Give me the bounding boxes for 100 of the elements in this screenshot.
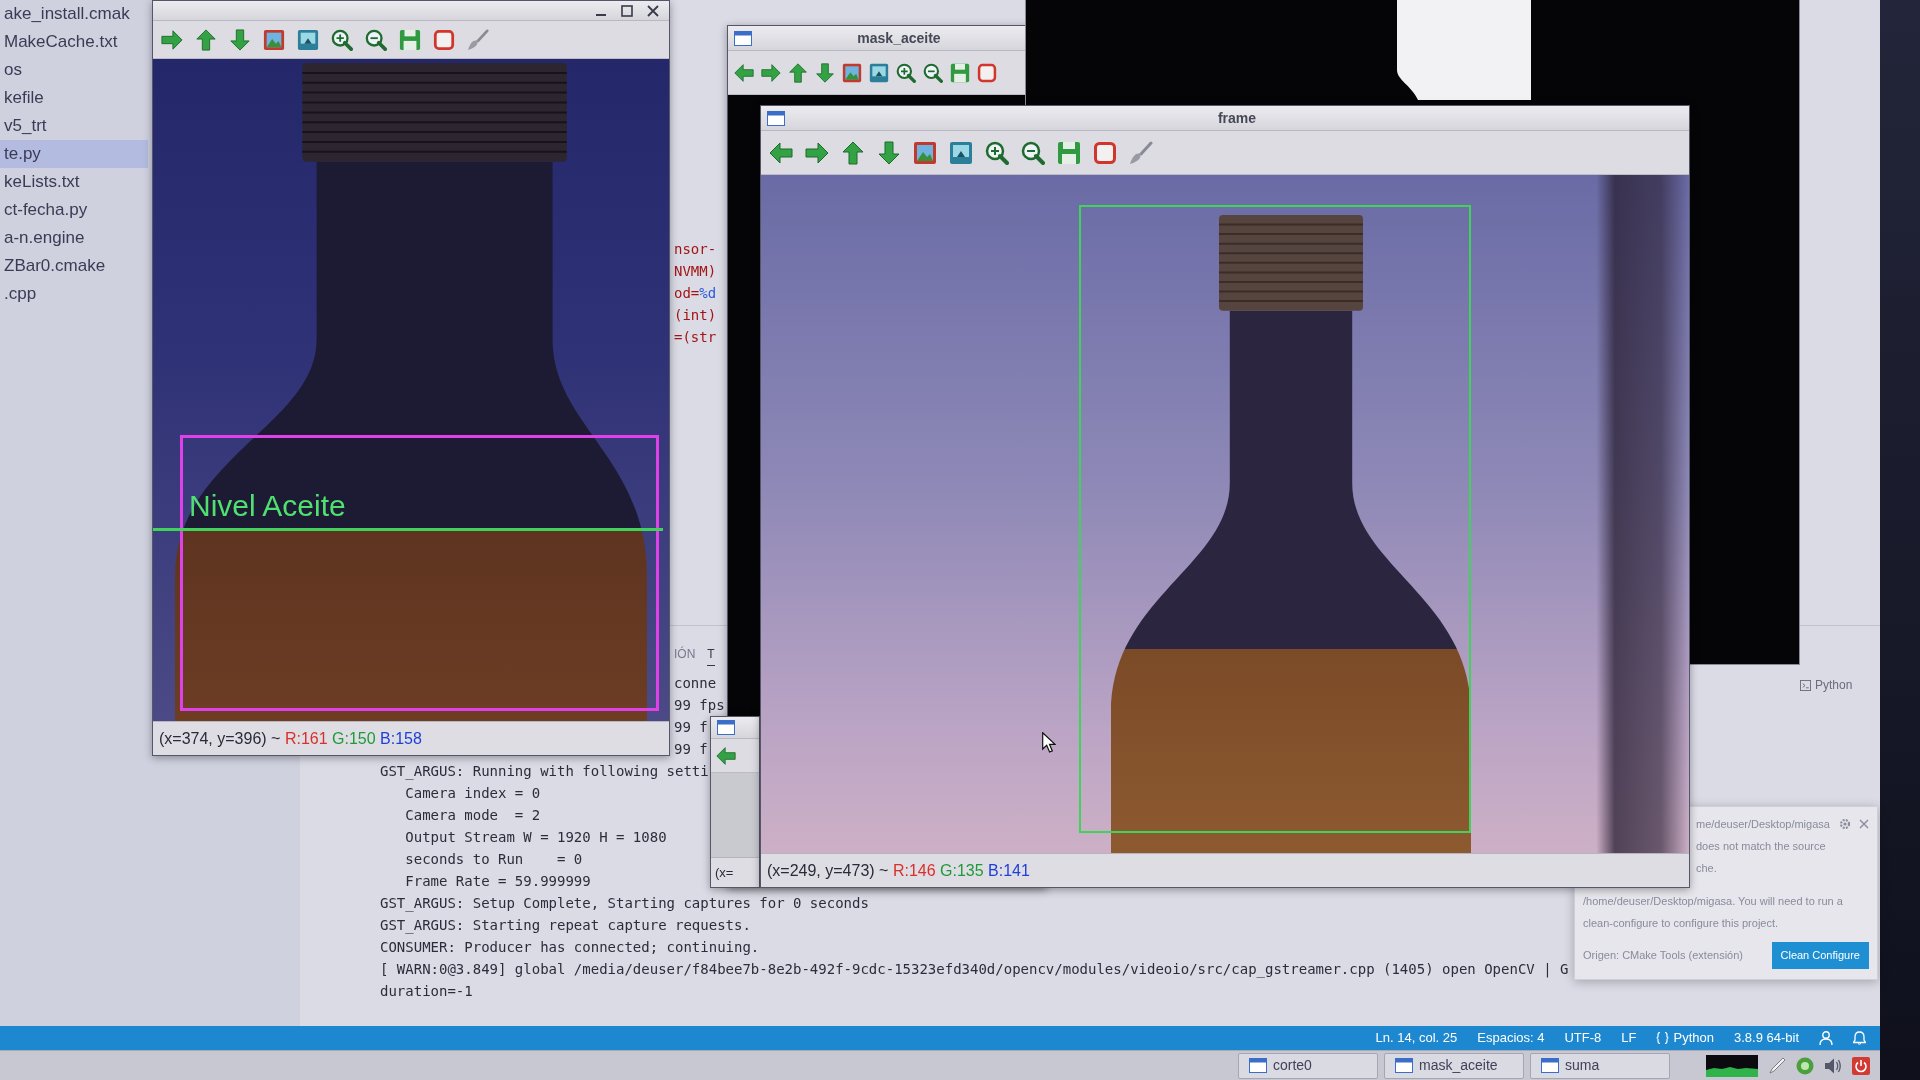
notification-text: che. xyxy=(1695,861,1717,876)
terminal-list-item[interactable]: Python xyxy=(1800,676,1853,694)
status-item[interactable]: Espacios: 4 xyxy=(1477,1028,1545,1048)
close-icon[interactable] xyxy=(647,4,659,17)
square-icon[interactable] xyxy=(433,28,455,51)
terminal-line: GST_ARGUS: Starting repeat capture requests. xyxy=(380,916,751,936)
terminal-line: GST_ARGUS: Running with following setti xyxy=(380,762,709,782)
person-icon[interactable] xyxy=(1819,1031,1833,1045)
arrow-down-icon[interactable] xyxy=(877,140,901,165)
status-item[interactable]: 3.8.9 64-bit xyxy=(1733,1028,1799,1048)
zoom-in-icon[interactable] xyxy=(896,62,916,83)
file-item[interactable]: a-n.engine xyxy=(0,224,148,252)
arrow-down-icon[interactable] xyxy=(229,28,251,51)
status-item[interactable]: UTF-8 xyxy=(1564,1028,1602,1048)
picture-icon[interactable] xyxy=(842,62,862,83)
arrow-right-icon[interactable] xyxy=(761,62,781,83)
code-line: (int) xyxy=(674,306,717,325)
braces-icon xyxy=(1656,1032,1670,1044)
code-line: od=%d xyxy=(674,284,717,303)
code-line: NVMM) xyxy=(674,262,717,281)
bell-icon[interactable] xyxy=(1853,1031,1866,1045)
zoom-in-icon[interactable] xyxy=(985,140,1009,165)
arrow-left-icon[interactable] xyxy=(734,62,754,83)
save-icon[interactable] xyxy=(399,28,421,51)
status-item[interactable]: Ln. 14, col. 25 xyxy=(1375,1028,1458,1048)
zoom-out-icon[interactable] xyxy=(923,62,943,83)
arrow-right-icon[interactable] xyxy=(805,140,829,165)
status-item[interactable]: LF xyxy=(1621,1028,1637,1048)
file-item[interactable]: MakeCache.txt xyxy=(0,28,148,56)
square-icon[interactable] xyxy=(977,62,997,83)
window-icon xyxy=(767,110,785,126)
speaker-icon[interactable] xyxy=(1824,1056,1842,1075)
terminal-line: 99 f xyxy=(674,718,708,737)
window-title: frame xyxy=(1216,108,1258,128)
arrow-up-icon[interactable] xyxy=(841,140,865,165)
terminal-line: 99 fps xyxy=(674,696,725,715)
clean-configure-button[interactable]: Clean Configure xyxy=(1771,942,1869,969)
arrow-left-icon[interactable] xyxy=(769,140,793,165)
file-item[interactable]: kefile xyxy=(0,84,148,112)
arrow-down-icon[interactable] xyxy=(815,62,835,83)
power-icon[interactable] xyxy=(1852,1056,1870,1075)
save-icon[interactable] xyxy=(950,62,970,83)
picture-icon[interactable] xyxy=(263,28,285,51)
notification-text: /home/deuser/Desktop/migasa. You will need to run a xyxy=(1583,894,1843,909)
arrow-up-icon[interactable] xyxy=(788,62,808,83)
terminal-line: duration=-1 xyxy=(380,982,473,1001)
arrow-right-icon[interactable] xyxy=(161,28,183,51)
notification-text: me/deuser/Desktop/migasa xyxy=(1695,817,1830,832)
brush-icon[interactable] xyxy=(467,28,489,51)
file-item[interactable]: ZBar0.cmake xyxy=(0,252,148,280)
window-icon xyxy=(734,30,752,46)
notification-source: Origen: CMake Tools (extensión) xyxy=(1583,948,1743,963)
terminal-line: Output Stream W = 1920 H = 1080 xyxy=(404,828,667,847)
arrow-left-icon[interactable] xyxy=(716,745,736,766)
window-title: mask_aceite xyxy=(856,28,942,48)
file-item[interactable]: te.py xyxy=(0,140,148,168)
screen-icon[interactable] xyxy=(949,140,973,165)
picture-icon[interactable] xyxy=(913,140,937,165)
save-icon[interactable] xyxy=(1057,140,1081,165)
zoom-in-icon[interactable] xyxy=(331,28,353,51)
window-icon xyxy=(1395,1058,1413,1073)
file-item[interactable]: ake_install.cmak xyxy=(0,0,148,28)
window-icon xyxy=(1249,1058,1267,1073)
taskbar-item[interactable]: mask_aceite xyxy=(1384,1052,1524,1079)
file-item[interactable]: ct-fecha.py xyxy=(0,196,148,224)
arrow-up-icon[interactable] xyxy=(195,28,217,51)
code-line: =(str xyxy=(674,328,717,347)
notification-text: clean-configure to configure this project. xyxy=(1583,916,1779,931)
zoom-out-icon[interactable] xyxy=(1021,140,1045,165)
terminal-line: 99 f xyxy=(674,740,708,759)
notification-text: does not match the source xyxy=(1695,839,1826,854)
terminal-line: GST_ARGUS: Setup Complete, Starting captures for 0 seconds xyxy=(380,894,869,914)
panel-tab[interactable]: T xyxy=(707,646,715,666)
pixel-readout: (x= xyxy=(715,863,734,882)
mouse-pointer-icon xyxy=(1042,732,1056,753)
load-graph-icon[interactable] xyxy=(1706,1054,1758,1077)
file-item[interactable]: v5_trt xyxy=(0,112,148,140)
status-item[interactable]: Python xyxy=(1656,1028,1714,1048)
file-item[interactable]: keLists.txt xyxy=(0,168,148,196)
terminal-line: conne xyxy=(674,674,717,693)
terminal-line: CONSUMER: Producer has connected; continuing. xyxy=(380,938,760,957)
settings-icon[interactable] xyxy=(1839,818,1851,830)
square-icon[interactable] xyxy=(1093,140,1117,165)
terminal-line: seconds to Run = 0 xyxy=(404,850,583,869)
taskbar-item[interactable]: suma xyxy=(1530,1052,1670,1079)
file-item[interactable]: .cpp xyxy=(0,280,148,308)
terminal-line: Frame Rate = 59.999999 xyxy=(404,872,591,891)
status-icon[interactable] xyxy=(1796,1056,1814,1075)
taskbar-item[interactable]: corte0 xyxy=(1238,1052,1378,1079)
terminal-icon xyxy=(1800,679,1811,691)
brush-icon[interactable] xyxy=(1129,140,1153,165)
file-item[interactable]: os xyxy=(0,56,148,84)
terminal-line: Camera index = 0 xyxy=(404,784,541,803)
window-icon xyxy=(1541,1058,1559,1073)
zoom-out-icon[interactable] xyxy=(365,28,387,51)
screen-icon[interactable] xyxy=(869,62,889,83)
maximize-icon[interactable] xyxy=(621,4,633,17)
pencil-icon[interactable] xyxy=(1768,1056,1786,1075)
terminal-line: Camera mode = 2 xyxy=(404,806,541,825)
screen-icon[interactable] xyxy=(297,28,319,51)
